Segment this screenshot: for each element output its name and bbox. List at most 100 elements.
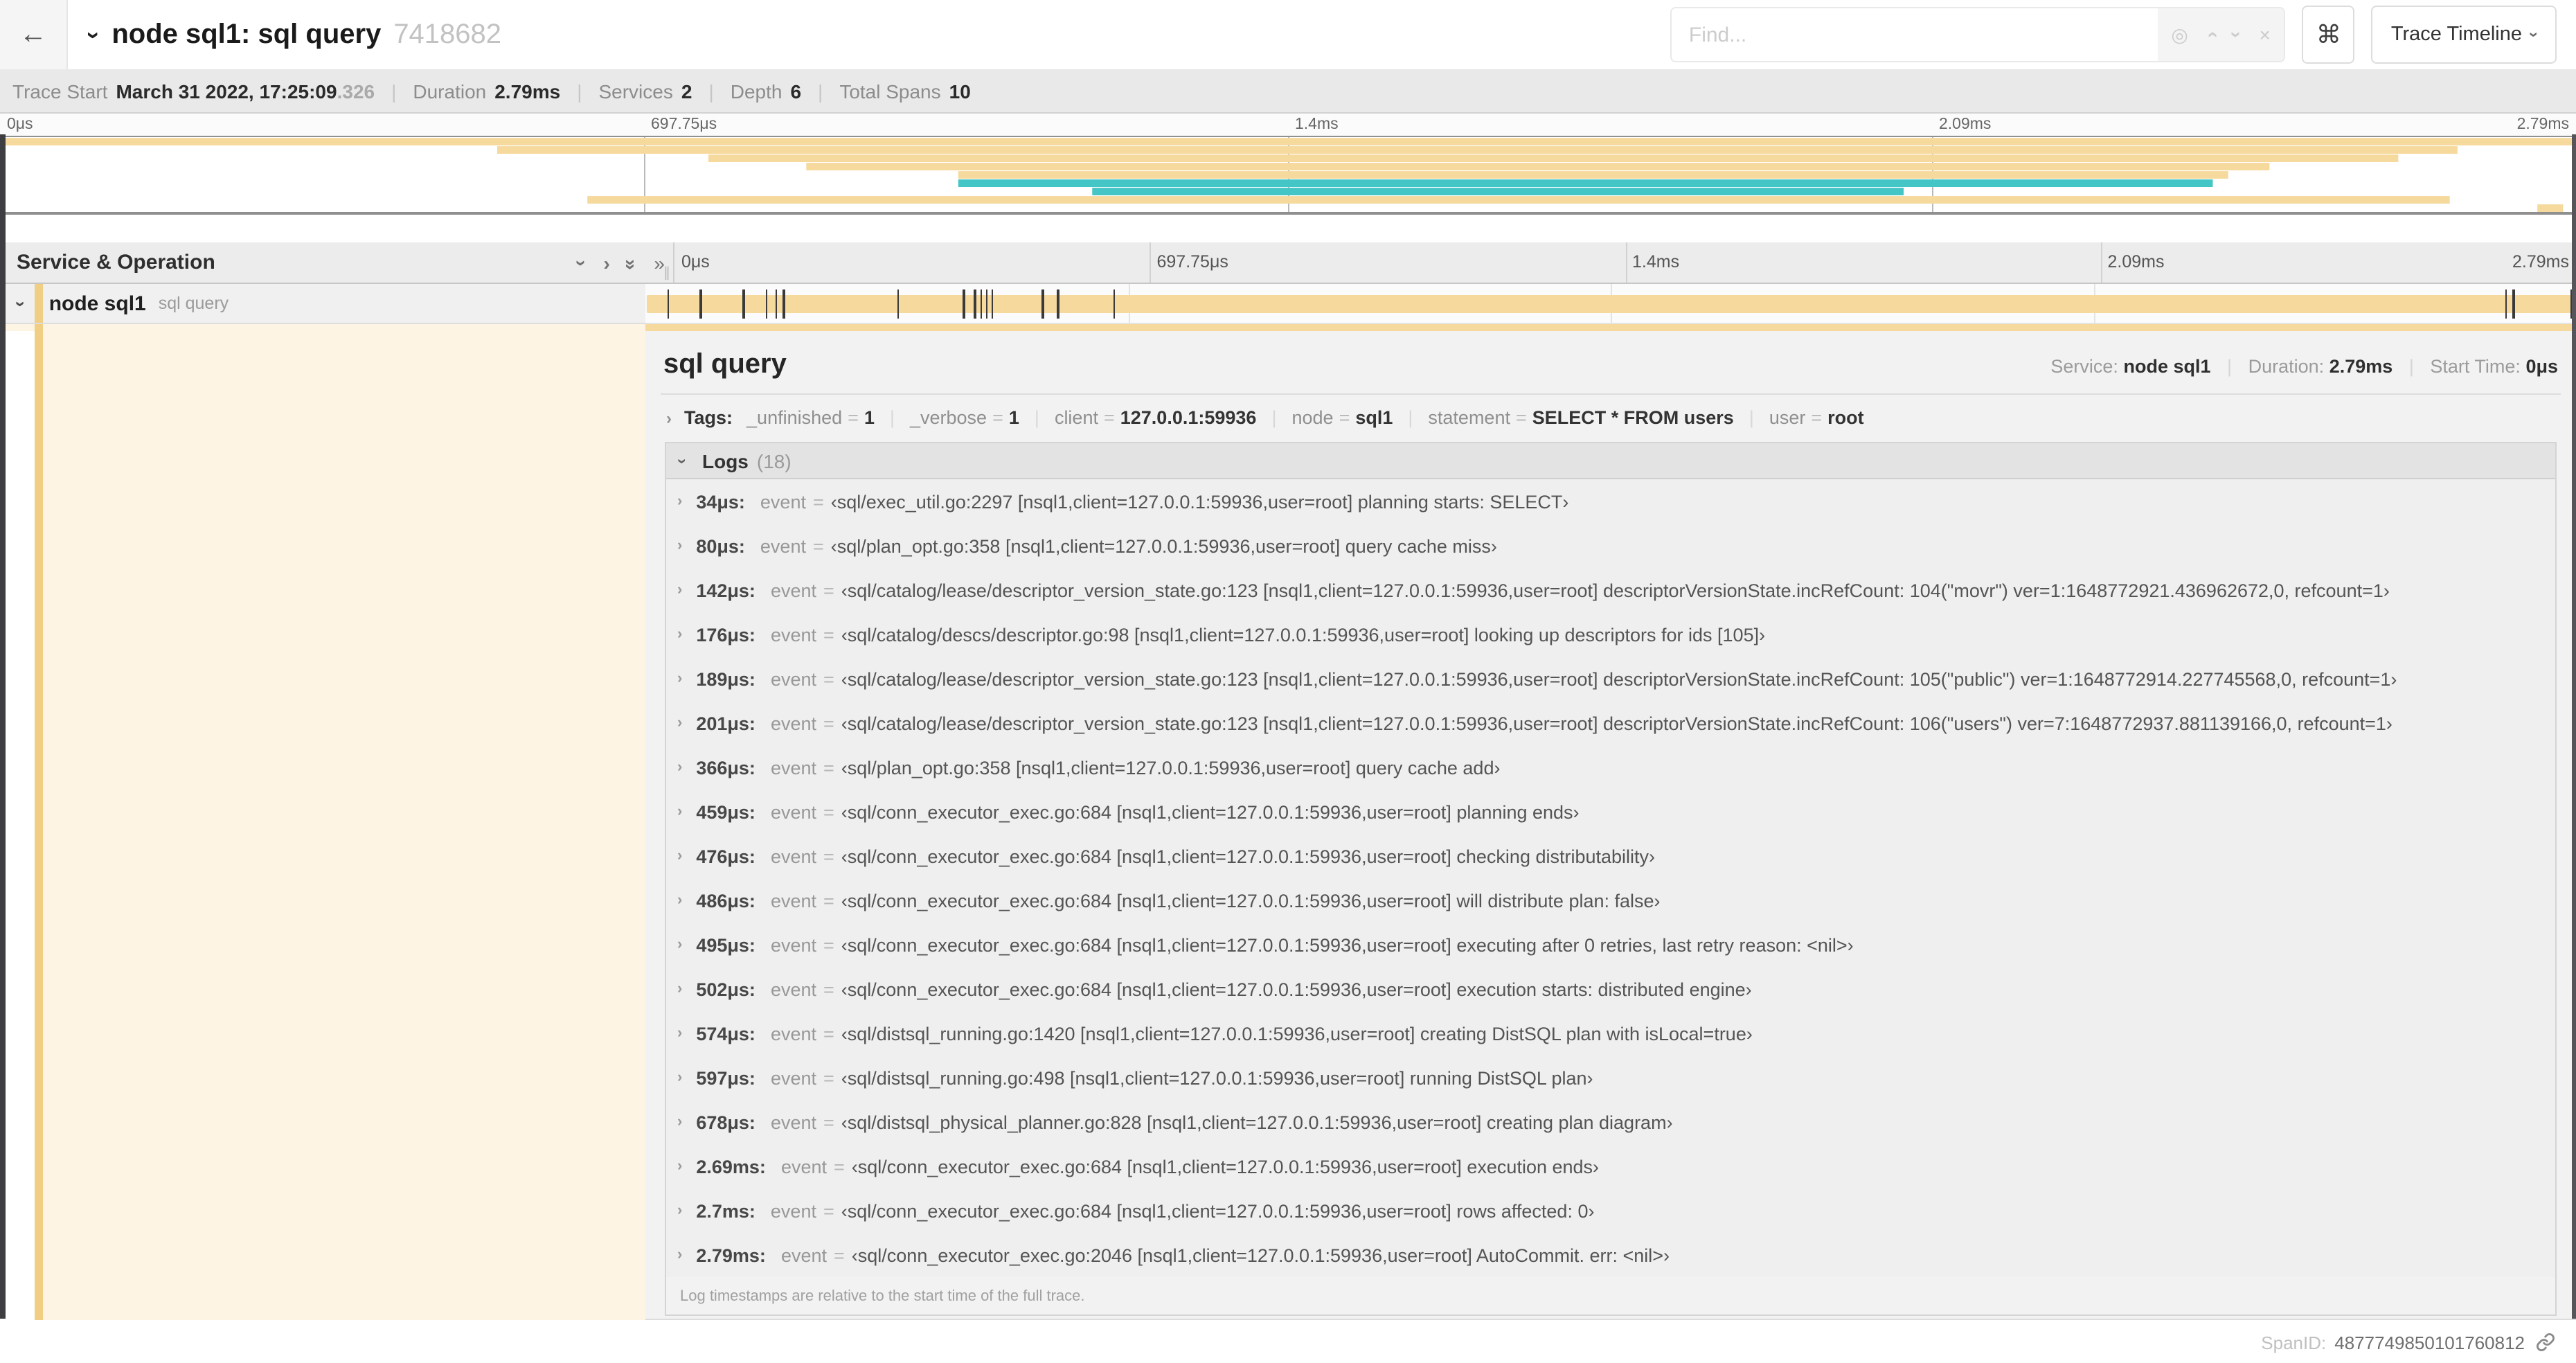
duration-value: 2.79ms (2329, 356, 2393, 377)
log-marker[interactable] (985, 289, 988, 319)
log-equals: = (823, 713, 834, 733)
log-marker[interactable] (742, 289, 745, 319)
log-row[interactable]: › 476μs: event = ‹sql/conn_executor_exec.go:… (666, 834, 2555, 878)
find-controls: ◎ › › × (2157, 8, 2284, 61)
log-equals: = (823, 624, 834, 645)
minimap-span-bar (958, 171, 2228, 179)
log-timestamp: 142μs: (696, 580, 755, 600)
span-service-name: node sql1 (48, 292, 146, 315)
log-marker[interactable] (897, 289, 900, 319)
log-row[interactable]: › 486μs: event = ‹sql/conn_executor_exec.go:… (666, 878, 2555, 923)
back-button[interactable]: ← (0, 0, 68, 69)
expand-log-chevron-icon: › (677, 492, 683, 509)
trace-page: ← › node sql1: sql query 7418682 ◎ › › ×… (0, 0, 2576, 1363)
log-field-name: event (780, 1245, 827, 1265)
summary-label: Trace Start (12, 80, 108, 102)
collapse-all-icon[interactable]: » (621, 258, 643, 267)
log-row[interactable]: › 34μs: event = ‹sql/exec_util.go:2297 [nsql… (666, 479, 2555, 524)
expand-one-icon[interactable]: › (603, 253, 609, 272)
log-row[interactable]: › 495μs: event = ‹sql/conn_executor_exec.go:… (666, 923, 2555, 967)
log-field-name: event (770, 713, 816, 733)
span-id-value: 4877749850101760812 (2334, 1332, 2525, 1353)
collapse-span-chevron-icon[interactable]: › (10, 301, 31, 307)
minimap-span-bar (497, 146, 2458, 154)
log-row[interactable]: › 502μs: event = ‹sql/conn_executor_exec.go:… (666, 967, 2555, 1011)
tags-row[interactable]: › Tags: _unfinished = 1 | _verbose = 1 | client =… (661, 395, 2561, 439)
log-marker[interactable] (980, 289, 983, 319)
collapse-one-icon[interactable]: › (571, 259, 593, 265)
summary-value: March 31 2022, 17:25:09 (116, 80, 337, 102)
deep-link-icon[interactable] (2536, 1333, 2555, 1352)
summary-separator: | (708, 80, 714, 102)
log-marker[interactable] (667, 289, 670, 319)
log-row[interactable]: › 176μs: event = ‹sql/catalog/descs/descript… (666, 612, 2555, 657)
find-input[interactable] (1672, 8, 2158, 61)
log-field-name: event (780, 1156, 827, 1177)
service-label: Service: (2050, 356, 2118, 377)
span-duration-bar[interactable] (647, 295, 2573, 313)
minimap-canvas[interactable] (0, 136, 2576, 215)
log-timestamp: 2.79ms: (696, 1245, 766, 1265)
log-marker[interactable] (1057, 289, 1059, 319)
logs-header[interactable]: › Logs (18) (666, 443, 2555, 479)
span-row-label[interactable]: › node sql1 sql query (0, 284, 645, 324)
locate-icon[interactable]: ◎ (2171, 23, 2188, 46)
log-row[interactable]: › 80μs: event = ‹sql/plan_opt.go:358 [nsql1,… (666, 524, 2555, 568)
span-row: › node sql1 sql query (0, 284, 2576, 324)
log-row[interactable]: › 366μs: event = ‹sql/plan_opt.go:358 [nsql1… (666, 745, 2555, 790)
log-value: ‹sql/distsql_running.go:498 [nsql1,clien… (841, 1067, 1593, 1088)
log-row[interactable]: › 201μs: event = ‹sql/catalog/lease/descript… (666, 701, 2555, 745)
log-value: ‹sql/catalog/lease/descriptor_version_st… (841, 713, 2392, 733)
log-marker[interactable] (963, 289, 965, 319)
log-equals: = (823, 979, 834, 999)
column-resize-handle[interactable]: ∥ (663, 266, 670, 281)
log-row[interactable]: › 142μs: event = ‹sql/catalog/lease/descript… (666, 568, 2555, 612)
log-timestamp: 366μs: (696, 757, 755, 778)
tag-key: client (1054, 407, 1098, 428)
collapse-trace-chevron-icon[interactable]: › (81, 30, 107, 38)
trace-view-select[interactable]: Trace Timeline › (2371, 6, 2557, 64)
log-value: ‹sql/conn_executor_exec.go:2046 [nsql1,c… (851, 1245, 1670, 1265)
log-marker[interactable] (2505, 289, 2507, 319)
log-value: ‹sql/conn_executor_exec.go:684 [nsql1,cl… (841, 979, 1752, 999)
prev-result-icon[interactable]: › (2199, 31, 2221, 37)
log-marker[interactable] (2512, 289, 2515, 319)
span-highlight-column (43, 331, 645, 1320)
minimap-span-bars (0, 138, 2576, 212)
time-tick-label: 0μs (7, 116, 33, 133)
viewport-left-guide[interactable] (0, 134, 6, 1319)
trace-summary-bar: Trace Start March 31 2022, 17:25:09.326 | D… (0, 69, 2576, 114)
log-marker[interactable] (1113, 289, 1116, 319)
log-row[interactable]: › 597μs: event = ‹sql/distsql_running.go:498… (666, 1055, 2555, 1100)
span-bar-lane (645, 284, 2576, 324)
log-value: ‹sql/conn_executor_exec.go:684 [nsql1,cl… (841, 934, 1854, 955)
expand-all-icon[interactable]: » (654, 251, 664, 274)
log-row[interactable]: › 459μs: event = ‹sql/conn_executor_exec.go:… (666, 790, 2555, 834)
logs-label: Logs (702, 449, 749, 472)
log-marker[interactable] (775, 289, 778, 319)
log-row[interactable]: › 574μs: event = ‹sql/distsql_running.go:142… (666, 1011, 2555, 1055)
minimap-span-bar (958, 179, 2213, 187)
log-marker[interactable] (1041, 289, 1044, 319)
next-result-icon[interactable]: › (2226, 31, 2248, 37)
clear-search-icon[interactable]: × (2260, 24, 2271, 46)
viewport-right-guide[interactable] (2572, 134, 2576, 1319)
log-marker[interactable] (765, 289, 768, 319)
tag-separator: | (889, 407, 895, 428)
keyboard-shortcuts-button[interactable]: ⌘ (2302, 6, 2355, 64)
log-marker[interactable] (991, 289, 994, 319)
log-marker[interactable] (699, 289, 702, 319)
summary-separator: | (391, 80, 397, 102)
log-row[interactable]: › 2.79ms: event = ‹sql/conn_executor_exec.go… (666, 1233, 2555, 1277)
log-marker[interactable] (974, 289, 976, 319)
log-row[interactable]: › 678μs: event = ‹sql/distsql_physical_plann… (666, 1100, 2555, 1144)
expand-log-chevron-icon: › (677, 1202, 683, 1218)
summary-label: Depth (730, 80, 782, 102)
log-row[interactable]: › 2.7ms: event = ‹sql/conn_executor_exec.go:… (666, 1188, 2555, 1233)
log-marker[interactable] (782, 289, 785, 319)
log-row[interactable]: › 2.69ms: event = ‹sql/conn_executor_exec.go… (666, 1144, 2555, 1188)
log-field-name: event (770, 668, 816, 689)
chevron-down-icon: › (2525, 32, 2544, 37)
log-row[interactable]: › 189μs: event = ‹sql/catalog/lease/descript… (666, 657, 2555, 701)
log-timestamp: 502μs: (696, 979, 755, 999)
